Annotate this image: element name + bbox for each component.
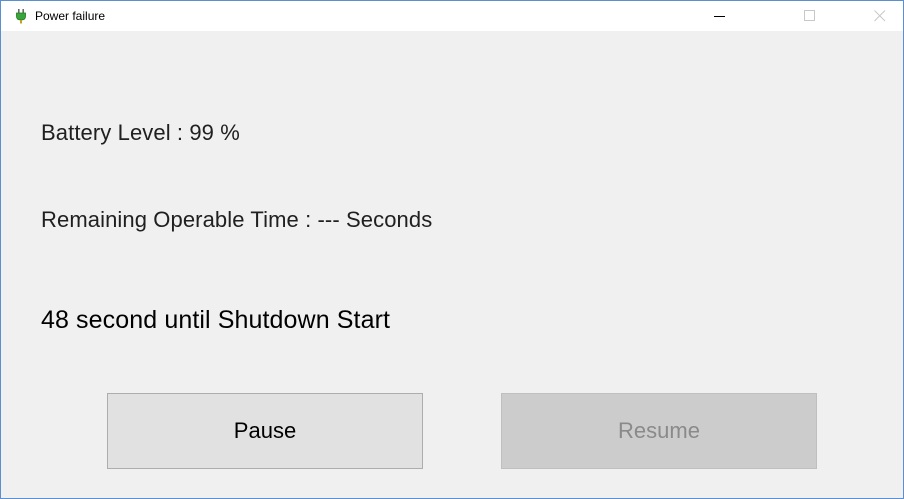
- shutdown-countdown-label: 48 second until Shutdown Start: [41, 306, 391, 334]
- maximize-button[interactable]: [787, 1, 833, 31]
- window-title: Power failure: [35, 9, 106, 23]
- close-button[interactable]: [857, 1, 903, 31]
- power-plug-icon: [13, 8, 29, 24]
- resume-button[interactable]: Resume: [501, 393, 817, 469]
- minimize-icon: [714, 16, 725, 17]
- title-bar[interactable]: Power failure: [1, 1, 903, 31]
- maximize-icon: [804, 10, 815, 21]
- battery-level-label: Battery Level : 99 %: [41, 120, 240, 145]
- power-failure-window: Power failure Battery Level : 99 % Remai…: [0, 0, 904, 499]
- dialog-content: Battery Level : 99 % Remaining Operable …: [1, 31, 903, 498]
- remaining-time-label: Remaining Operable Time : --- Seconds: [41, 207, 433, 232]
- pause-button[interactable]: Pause: [107, 393, 423, 469]
- minimize-button[interactable]: [697, 1, 743, 31]
- close-icon: [874, 10, 886, 22]
